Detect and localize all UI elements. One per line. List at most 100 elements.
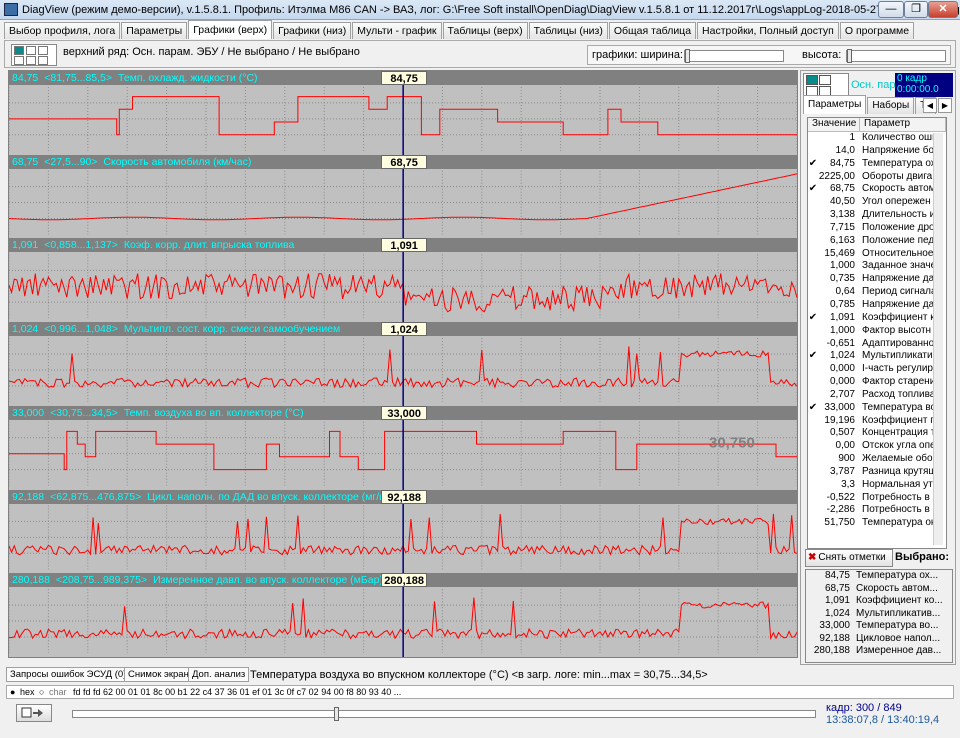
param-row[interactable]: 3,138 Длительность и [808,209,946,222]
param-row[interactable]: 1,000 Фактор высотн [808,325,946,338]
param-row[interactable]: 0,735 Напряжение да [808,273,946,286]
clear-marks-button[interactable]: ✖ Снять отметки [805,549,893,567]
check-icon[interactable] [808,440,818,453]
param-row[interactable]: 900 Желаемые обор [808,453,946,466]
check-icon[interactable] [808,299,818,312]
check-icon[interactable] [808,517,818,530]
param-row[interactable]: 0,507 Концентрация т [808,427,946,440]
param-row[interactable]: 40,50 Угол опережен [808,196,946,209]
width-slider[interactable] [684,49,784,63]
check-icon[interactable] [808,171,818,184]
check-icon[interactable] [808,338,818,351]
check-icon[interactable] [808,504,818,517]
maximize-button[interactable]: ❐ [904,1,928,18]
check-icon[interactable] [808,325,818,338]
tab-0[interactable]: Выбор профиля, лога [4,22,121,39]
tab-6[interactable]: Таблицы (низ) [528,22,608,39]
check-icon[interactable] [808,376,818,389]
rp-tab-0[interactable]: Параметры [803,95,867,114]
charts-area[interactable]: 30,750 84,75 <81,75...85,5> Темп. охлажд. … [8,70,798,658]
selected-row[interactable]: 1,024 Мультипликатив... [806,608,952,621]
bottom-tab-2[interactable]: Доп. анализ [188,667,250,682]
check-icon[interactable]: ✔ [808,312,818,325]
param-row[interactable]: 15,469 Относительное [808,248,946,261]
col-value-header[interactable]: Значение [808,118,860,131]
check-icon[interactable]: ✔ [808,402,818,415]
tab-7[interactable]: Общая таблица [608,22,697,39]
selected-row[interactable]: 33,000 Температура во... [806,620,952,633]
check-icon[interactable] [808,209,818,222]
check-icon[interactable]: ✔ [808,183,818,196]
check-icon[interactable] [808,145,818,158]
tab-9[interactable]: О программе [839,22,915,39]
check-icon[interactable] [808,389,818,402]
tab-4[interactable]: Мульти - график [352,22,442,39]
param-row[interactable]: ✔ 33,000 Температура во [808,402,946,415]
param-row[interactable]: 3,787 Разница крутящ [808,466,946,479]
width-slider-thumb[interactable] [685,49,690,63]
param-row[interactable]: 6,163 Положение пед [808,235,946,248]
hex-radio[interactable]: ● [10,686,15,698]
selected-row[interactable]: 280,188 Измеренное дав... [806,645,952,658]
height-slider-thumb[interactable] [847,49,852,63]
close-button[interactable]: ✕ [928,1,958,18]
parameter-list-scrollbar[interactable] [933,133,943,545]
selected-row[interactable]: 92,188 Цикловое напол... [806,633,952,646]
param-row[interactable]: 2225,00 Обороты двига [808,171,946,184]
rp-layout-icon[interactable] [803,73,849,97]
bottom-tab-1[interactable]: Снимок экрана [124,667,199,682]
tab-5[interactable]: Таблицы (верх) [442,22,528,39]
height-slider[interactable] [846,49,946,63]
check-icon[interactable] [808,415,818,428]
frame-slider[interactable] [72,707,816,721]
check-icon[interactable] [808,248,818,261]
param-row[interactable]: ✔ 68,75 Скорость автом [808,183,946,196]
check-icon[interactable] [808,235,818,248]
param-row[interactable]: ✔ 84,75 Температура ох [808,158,946,171]
selected-list[interactable]: 84,75 Температура ох... 68,75 Скорость авто… [805,569,953,663]
param-row[interactable]: 7,715 Положение дро [808,222,946,235]
check-icon[interactable]: ✔ [808,350,818,363]
param-row[interactable]: 19,196 Коэффициент п [808,415,946,428]
layout-selector-icon[interactable] [11,44,57,66]
minimize-button[interactable]: — [878,1,904,18]
tab-2[interactable]: Графики (верх) [188,20,273,39]
check-icon[interactable] [808,286,818,299]
check-icon[interactable] [808,222,818,235]
selected-row[interactable]: 84,75 Температура ох... [806,570,952,583]
check-icon[interactable]: ✔ [808,158,818,171]
tab-1[interactable]: Параметры [121,22,188,39]
param-row[interactable]: 3,3 Нормальная уте [808,479,946,492]
check-icon[interactable] [808,466,818,479]
param-row[interactable]: 1,000 Заданное значе [808,260,946,273]
param-row[interactable]: 0,64 Период сигнала [808,286,946,299]
param-row[interactable]: 2,707 Расход топлива [808,389,946,402]
export-play-button[interactable] [16,704,52,722]
param-row[interactable]: -0,522 Потребность в н [808,492,946,505]
check-icon[interactable] [808,363,818,376]
parameter-list[interactable]: Значение Параметр 1 Количество оши 14,0 Нап… [807,117,947,549]
check-icon[interactable] [808,427,818,440]
tab-3[interactable]: Графики (низ) [273,22,352,39]
col-param-header[interactable]: Параметр [860,118,946,131]
param-row[interactable]: ✔ 1,024 Мультипликати [808,350,946,363]
check-icon[interactable] [808,479,818,492]
param-row[interactable]: 0,00 Отскок угла опе [808,440,946,453]
check-icon[interactable] [808,196,818,209]
param-row[interactable]: 1 Количество оши [808,132,946,145]
param-row[interactable]: 51,750 Температура ок [808,517,946,530]
rp-tab-right-icon[interactable]: ▶ [938,98,952,113]
rp-tab-left-icon[interactable]: ◀ [923,98,937,113]
check-icon[interactable] [808,453,818,466]
check-icon[interactable] [808,273,818,286]
rp-tab-1[interactable]: Наборы [867,97,915,114]
param-row[interactable]: 0,000 I-часть регулир [808,363,946,376]
bottom-tab-0[interactable]: Запросы ошибок ЭСУД (0) [6,667,131,682]
tab-8[interactable]: Настройки, Полный доступ [697,22,839,39]
frame-slider-thumb[interactable] [334,707,340,721]
param-row[interactable]: -0,651 Адаптированно [808,338,946,351]
param-row[interactable]: -2,286 Потребность в к [808,504,946,517]
param-row[interactable]: ✔ 1,091 Коэффициент к [808,312,946,325]
char-radio[interactable]: ○ [39,686,44,698]
param-row[interactable]: 0,000 Фактор старени [808,376,946,389]
